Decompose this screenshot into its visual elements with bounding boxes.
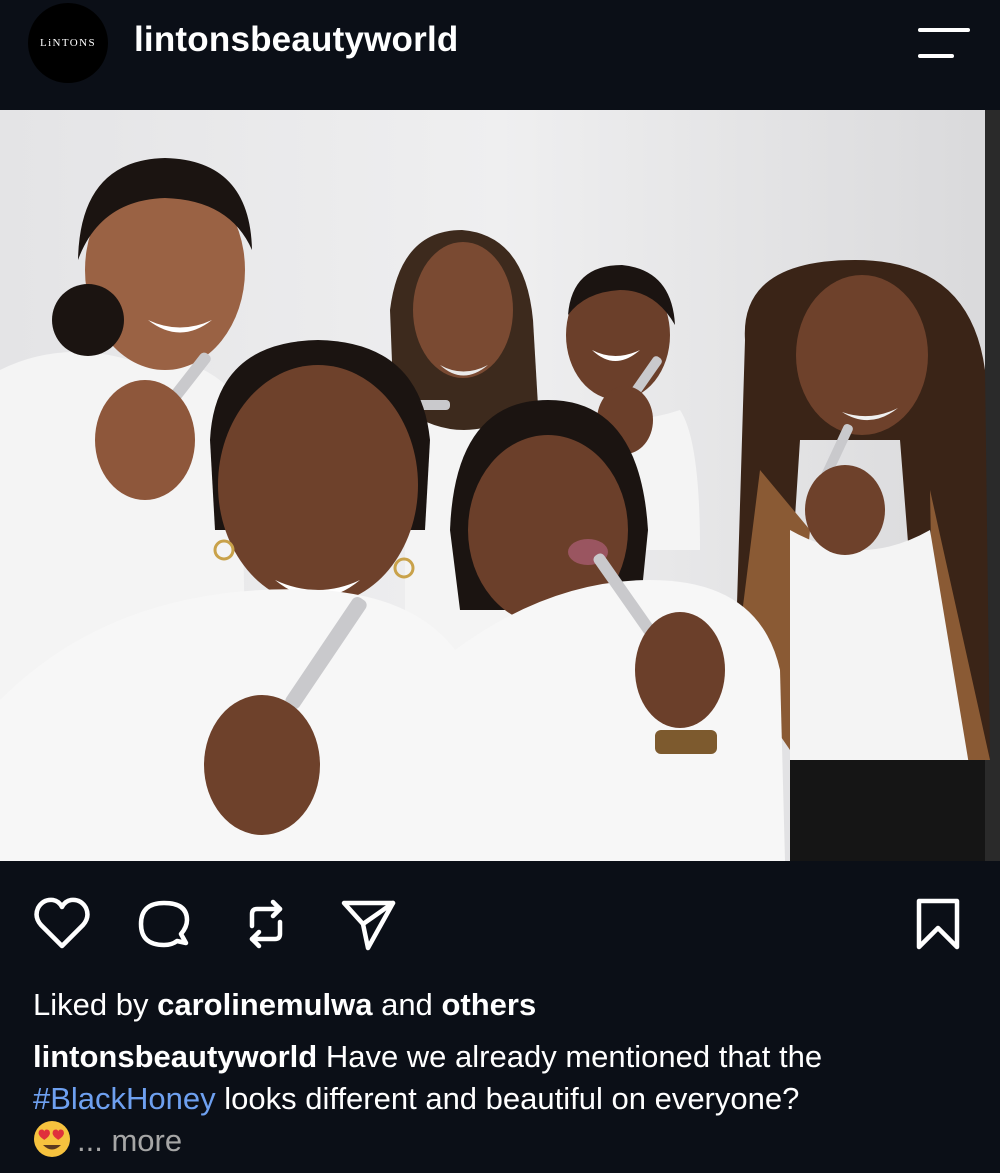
avatar[interactable]: LiNTONS [28,3,108,83]
avatar-logo-text: LiNTONS [39,37,97,49]
likes-prefix: Liked by [33,987,149,1022]
repost-icon[interactable] [236,894,296,954]
likes-others[interactable]: others [441,987,536,1022]
post-header: LiNTONS lintonsbeautyworld [0,0,1000,110]
post-image[interactable] [0,110,1000,861]
heart-eyes-emoji [34,1121,70,1157]
heart-icon[interactable] [32,894,92,954]
liked-by-user[interactable]: carolinemulwa [157,987,372,1022]
comment-icon[interactable] [134,894,194,954]
group-photo [0,110,1000,861]
hashtag-link[interactable]: #BlackHoney [33,1081,216,1116]
likes-summary: Liked by carolinemulwa and others [33,985,536,1025]
bookmark-icon[interactable] [908,894,968,954]
caption-username[interactable]: lintonsbeautyworld [33,1039,317,1074]
likes-and: and [381,987,433,1022]
more-link[interactable]: ... more [77,1123,182,1158]
caption: lintonsbeautyworld Have we already menti… [33,1036,983,1162]
menu-icon[interactable] [916,26,972,60]
username[interactable]: lintonsbeautyworld [134,18,458,62]
send-icon[interactable] [338,894,398,954]
action-bar [0,861,1000,981]
caption-text-before: Have we already mentioned that the [325,1039,823,1074]
caption-text-after: looks different and beautiful on everyon… [224,1081,800,1116]
